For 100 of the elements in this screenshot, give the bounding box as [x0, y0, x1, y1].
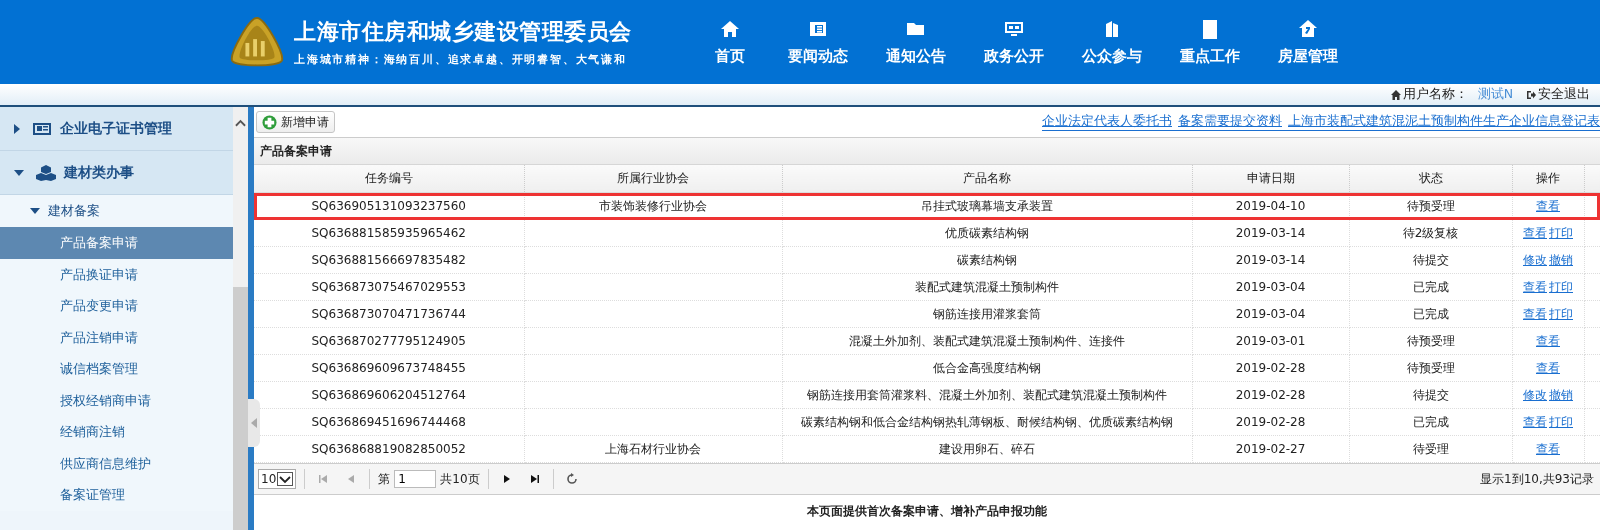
column-header: 任务编号 [254, 165, 524, 193]
action-link[interactable]: 查看 [1523, 225, 1547, 240]
page-input[interactable]: 1 [394, 470, 437, 488]
table-row[interactable]: SQ636881566697835482 碳素结构钢 2019-03-14 待提交 修改 撤销 [254, 246, 1600, 274]
scrollbar-thumb[interactable] [233, 287, 248, 530]
panel-title: 产品备案申请 [254, 138, 1600, 165]
action-link[interactable]: 打印 [1549, 279, 1573, 294]
table-cell: 2019-03-04 [1192, 273, 1349, 301]
nav-item[interactable]: 政务公开 [968, 18, 1060, 66]
table-row[interactable]: SQ636869451696744468 碳素结构钢和低合金结构钢热轧薄钢板、耐候结构钢、优质碳素结构钢 2019-02-28 已完成 查看 打印 [254, 408, 1600, 436]
action-link[interactable]: 打印 [1549, 225, 1573, 240]
column-header: 操作 [1512, 165, 1584, 193]
nav-item[interactable]: 通知公告 [870, 18, 962, 66]
logout-link[interactable]: 安全退出 [1538, 86, 1590, 103]
username-label: 用户名称： [1402, 86, 1468, 103]
table-cell: 碳素结构钢和低合金结构钢热轧薄钢板、耐候结构钢、优质碳素结构钢 [782, 408, 1192, 436]
table-row[interactable]: SQ636868819082850052 上海石材行业协会 建设用卵石、碎石 2019-02-27 待受理 查看 [254, 435, 1600, 463]
scrollbar[interactable] [233, 107, 248, 530]
table-cell: 优质碳素结构钢 [782, 219, 1192, 247]
page-icon [1200, 18, 1220, 39]
table-cell: 建设用卵石、碎石 [782, 435, 1192, 463]
table-cell: SQ636881566697835482 [254, 246, 524, 274]
table-cell: 2019-02-28 [1192, 408, 1349, 436]
page-note: 本页面提供首次备案申请、增补产品申报功能 [806, 503, 1048, 520]
table-cell: 2019-02-28 [1192, 381, 1349, 409]
table-row[interactable]: SQ636870277795124905 混凝土外加剂、装配式建筑混凝土预制构件、连接件 2019-03-01 待预受理 查看 [254, 327, 1600, 355]
house-wrench-icon [1298, 18, 1318, 39]
sidebar-group[interactable]: 建材类办事 [0, 151, 233, 195]
nav-item[interactable]: 首页 [694, 18, 766, 66]
table-row[interactable]: SQ636905131093237560 市装饰装修行业协会 吊挂式玻璃幕墙支承装置 2019-04-10 待预受理 查看 [254, 192, 1600, 220]
home-icon [1389, 88, 1402, 101]
cubes-icon [36, 164, 56, 181]
document-link[interactable]: 企业法定代表人委托书 [1042, 113, 1172, 130]
column-header: 申请日期 [1192, 165, 1349, 193]
table-cell: 待提交 [1349, 246, 1512, 274]
table-cell: SQ636905131093237560 [254, 192, 524, 220]
action-link[interactable]: 查看 [1523, 279, 1547, 294]
table-cell: SQ636869609673748455 [254, 354, 524, 382]
scroll-up-icon [235, 119, 246, 127]
table-cell: 已完成 [1349, 273, 1512, 301]
nav-item[interactable]: 要闻动态 [772, 18, 864, 66]
table-cell: 2019-04-10 [1192, 192, 1349, 220]
table-cell: 钢筋连接用灌浆套筒 [782, 300, 1192, 328]
table-cell: 已完成 [1349, 408, 1512, 436]
table-cell: 待预受理 [1349, 192, 1512, 220]
table-cell: 2019-03-04 [1192, 300, 1349, 328]
logout-icon [1525, 88, 1537, 101]
nav-item[interactable]: 重点工作 [1164, 18, 1256, 66]
action-link[interactable]: 查看 [1536, 441, 1560, 456]
page-size-select[interactable]: 10 [258, 469, 297, 489]
table-cell: 2019-02-27 [1192, 435, 1349, 463]
action-link[interactable]: 撤销 [1549, 387, 1573, 402]
sidebar-item[interactable]: 产品备案申请 [0, 227, 233, 259]
collapse-handle[interactable] [248, 399, 260, 447]
emblem-logo [228, 16, 286, 68]
site-slogan: 上海城市精神：海纳百川、追求卓越、开明睿智、大气谦和 [294, 53, 628, 67]
action-link[interactable]: 打印 [1549, 306, 1573, 321]
table-cell: 上海石材行业协会 [524, 435, 782, 463]
action-link[interactable]: 修改 [1523, 252, 1547, 267]
action-link[interactable]: 查看 [1536, 333, 1560, 348]
document-link[interactable]: 上海市装配式建筑混泥土预制构件生产企业信息登记表 [1288, 113, 1600, 130]
record-summary: 显示1到10,共93记录 [1480, 470, 1594, 488]
add-request-button[interactable]: 新增申请 [256, 111, 335, 133]
action-link[interactable]: 查看 [1536, 360, 1560, 375]
table-cell: 待预受理 [1349, 327, 1512, 355]
table-cell: SQ636869606204512764 [254, 381, 524, 409]
document-link[interactable]: 备案需要提交资料 [1178, 113, 1282, 130]
first-page-icon[interactable] [317, 473, 330, 485]
table-cell: 碳素结构钢 [782, 246, 1192, 274]
table-cell: 2019-03-14 [1192, 246, 1349, 274]
action-link[interactable]: 打印 [1549, 414, 1573, 429]
username-link[interactable]: 测试N [1477, 86, 1513, 103]
action-link[interactable]: 查看 [1523, 306, 1547, 321]
nav-item[interactable]: 公众参与 [1066, 18, 1158, 66]
table-row[interactable]: SQ636869606204512764 钢筋连接用套筒灌浆料、混凝土外加剂、装配式建筑混凝土预制构件 2019-02-28 待提交 修改 撤销 [254, 381, 1600, 409]
table-cell: 2019-02-28 [1192, 354, 1349, 382]
refresh-icon[interactable] [565, 473, 578, 485]
table-cell: SQ636870277795124905 [254, 327, 524, 355]
action-link[interactable]: 修改 [1523, 387, 1547, 402]
table-cell: SQ636873070471736744 [254, 300, 524, 328]
page-label: 第 [378, 470, 391, 488]
certificate-icon [32, 120, 52, 137]
sidebar-group[interactable]: 企业电子证书管理 [0, 107, 233, 151]
nav-item[interactable]: 房屋管理 [1262, 18, 1354, 66]
action-link[interactable]: 撤销 [1549, 252, 1573, 267]
table-cell: 钢筋连接用套筒灌浆料、混凝土外加剂、装配式建筑混凝土预制构件 [782, 381, 1192, 409]
table-row[interactable]: SQ636873075467029553 装配式建筑混凝土预制构件 2019-03-04 已完成 查看 打印 [254, 273, 1600, 301]
table-row[interactable]: SQ636869609673748455 低合金高强度结构钢 2019-02-28 待预受理 查看 [254, 354, 1600, 382]
plus-icon [262, 114, 277, 130]
table-cell: 待2级复核 [1349, 219, 1512, 247]
table-cell: 装配式建筑混凝土预制构件 [782, 273, 1192, 301]
table-cell: 待预受理 [1349, 354, 1512, 382]
table-row[interactable]: SQ636873070471736744 钢筋连接用灌浆套筒 2019-03-04 已完成 查看 打印 [254, 300, 1600, 328]
table-cell: 低合金高强度结构钢 [782, 354, 1192, 382]
last-page-icon[interactable] [528, 473, 541, 485]
table-row[interactable]: SQ636881585935965462 优质碳素结构钢 2019-03-14 待2级复核 查看 打印 [254, 219, 1600, 247]
column-header: 产品名称 [782, 165, 1192, 193]
action-link[interactable]: 查看 [1523, 414, 1547, 429]
table-cell: SQ636873075467029553 [254, 273, 524, 301]
action-link[interactable]: 查看 [1536, 198, 1560, 213]
